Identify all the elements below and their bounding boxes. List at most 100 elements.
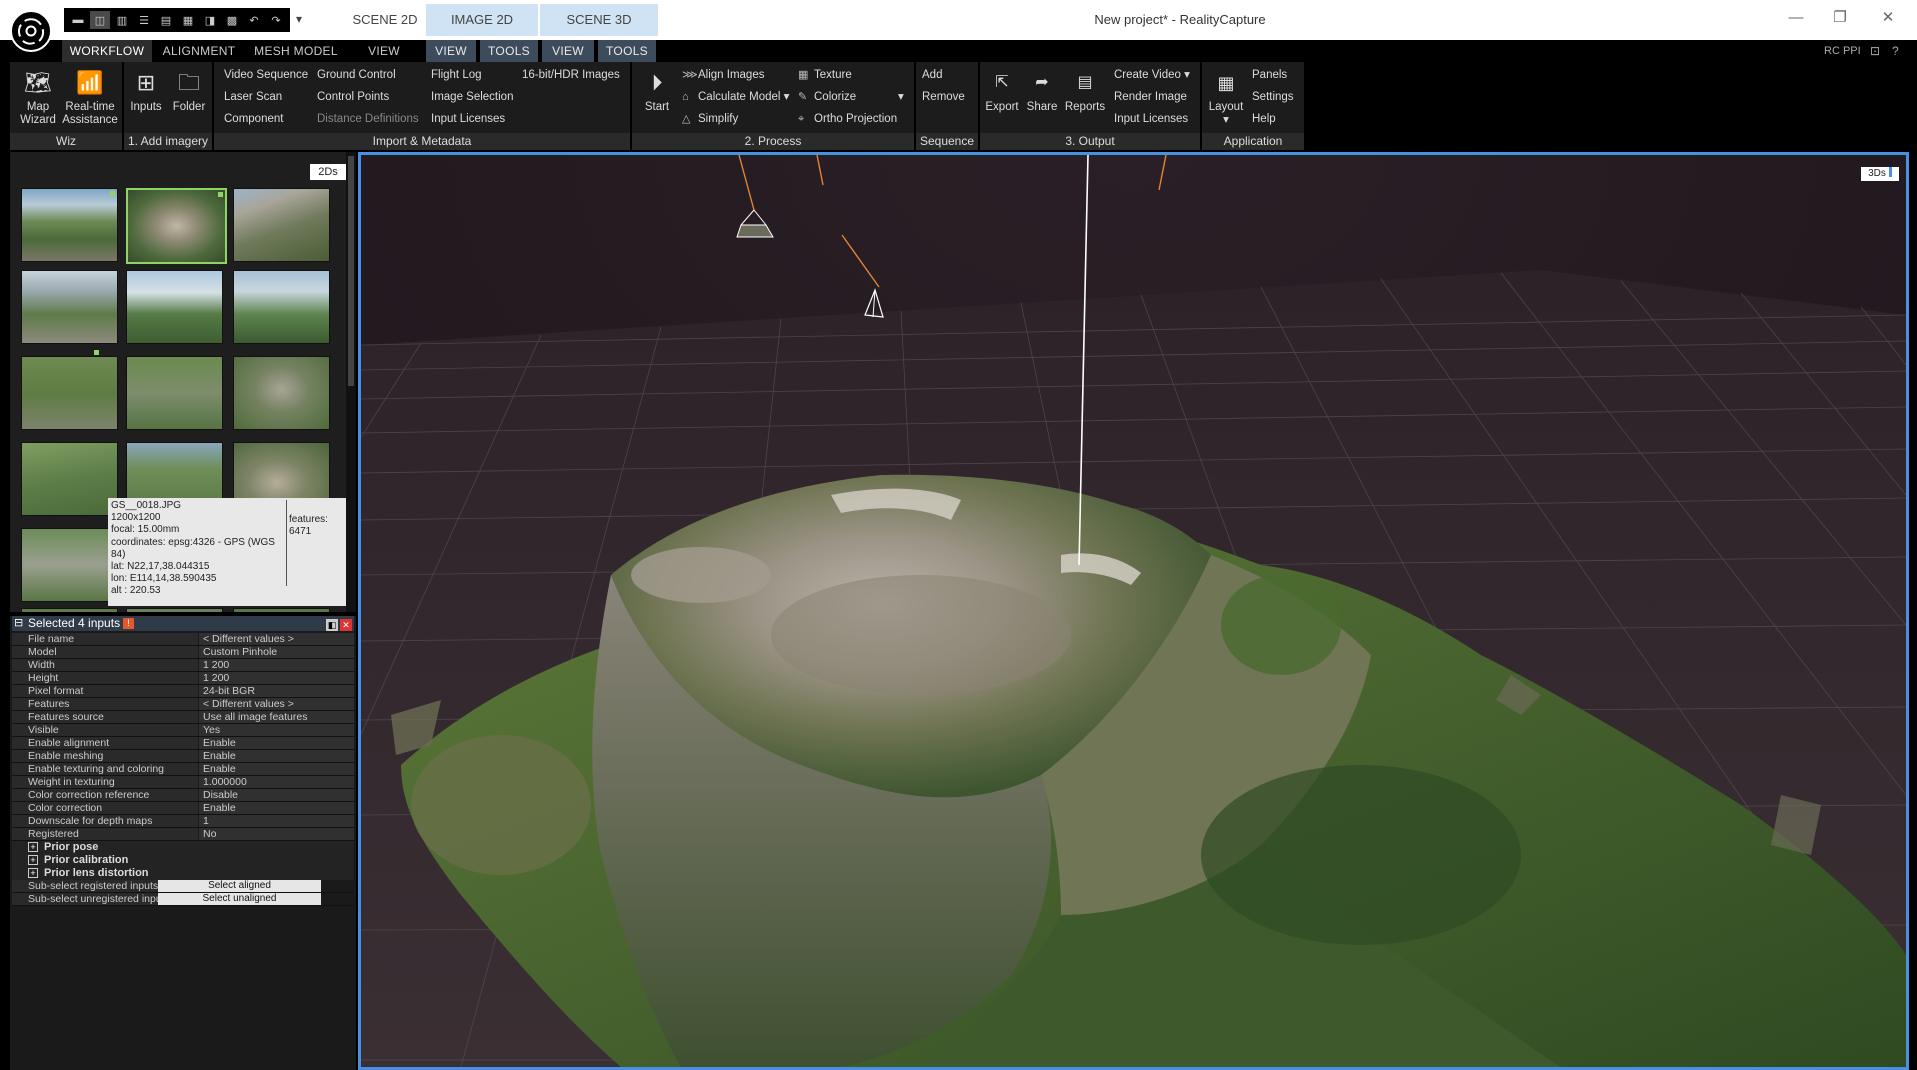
select-aligned-button[interactable]: Select aligned [158,880,321,892]
expand-icon[interactable]: + [28,842,38,852]
input-licenses-output-button[interactable]: Input Licenses [1114,112,1188,126]
image-thumbnail[interactable] [21,188,118,262]
property-row[interactable]: Features < Different values > [12,698,354,711]
property-value[interactable]: Custom Pinhole [199,646,354,658]
layout-button[interactable]: ▦ Layout ▾ [1206,68,1246,127]
property-row[interactable]: Enable texturing and coloring Enable [12,763,354,776]
restore-icon[interactable]: ❐ [1828,6,1852,30]
control-points-button[interactable]: Control Points [317,90,389,104]
layout-7-icon[interactable]: ◨ [200,11,220,29]
tab-scene-2d[interactable]: SCENE 2D [345,4,425,36]
property-row[interactable]: Model Custom Pinhole [12,646,354,659]
texture-button[interactable]: ▦ Texture [798,68,852,82]
laser-scan-button[interactable]: Laser Scan [224,90,282,104]
realtime-assistance-button[interactable]: 📶 Real-time Assistance [60,68,120,127]
start-button[interactable]: ⏵ Start [640,68,674,114]
minimize-icon[interactable]: — [1784,6,1808,30]
colorize-button[interactable]: ✎ Colorize [798,90,856,104]
image-thumbnail[interactable] [21,608,118,612]
inputs-button[interactable]: ⊞ Inputs [126,68,166,114]
tab-image-view[interactable]: VIEW [426,40,476,62]
scene-3d-canvas[interactable] [361,155,1906,1067]
tab-image-tools[interactable]: TOOLS [480,40,538,62]
image-thumbnail[interactable] [21,442,118,516]
property-row[interactable]: Visible Yes [12,724,354,737]
colorize-dropdown-icon[interactable]: ▾ [898,90,904,104]
rc-ppi-label[interactable]: RC PPI [1824,40,1861,62]
image-thumbnail[interactable] [233,270,330,344]
export-button[interactable]: ⇱ Export [984,68,1020,114]
image-thumbnail-selected[interactable] [126,188,227,264]
help-button[interactable]: Help [1252,112,1276,126]
property-section[interactable]: + Prior calibration [12,854,354,867]
sequence-remove-button[interactable]: Remove [922,90,965,104]
layout-1-icon[interactable]: ▬ [68,11,88,29]
ortho-projection-button[interactable]: ⌖ Ortho Projection [798,112,897,126]
layout-8-icon[interactable]: ▩ [222,11,242,29]
property-value[interactable]: Yes [199,724,354,736]
folder-button[interactable]: 🗀 Folder [168,68,210,114]
property-row[interactable]: Color correction Enable [12,802,354,815]
render-image-button[interactable]: Render Image [1114,90,1187,104]
scrollbar-thumb[interactable] [348,156,354,386]
panels-button[interactable]: Panels [1252,68,1287,82]
image-thumbnail[interactable] [126,270,223,344]
property-row[interactable]: Registered No [12,828,354,841]
panel-tag-2ds[interactable]: 2Ds [310,164,346,180]
layout-6-icon[interactable]: ▦ [178,11,198,29]
undo-icon[interactable]: ↶ [244,11,264,29]
realitycapture-logo[interactable] [10,10,52,52]
undock-icon[interactable]: ◧ [326,619,338,631]
property-value[interactable]: 1 200 [199,659,354,671]
image-thumbnail[interactable] [21,350,118,430]
property-value[interactable]: 1.000000 [199,776,354,788]
image-thumbnail[interactable] [126,356,223,430]
reports-button[interactable]: ▤ Reports [1064,68,1106,114]
scene-3d-viewport[interactable]: 3Ds [358,152,1909,1070]
image-thumbnail[interactable] [233,188,330,262]
hdr-images-button[interactable]: 16-bit/HDR Images [522,68,620,82]
property-row[interactable]: Enable meshing Enable [12,750,354,763]
collapse-icon[interactable]: ⊟ [14,616,23,631]
flight-log-button[interactable]: Flight Log [431,68,482,82]
map-wizard-button[interactable]: 🗺 Map Wizard [16,68,60,127]
property-value[interactable]: 1 200 [199,672,354,684]
tab-workflow[interactable]: WORKFLOW [62,40,152,62]
property-value[interactable]: 1 [199,815,354,827]
select-unaligned-button[interactable]: Select unaligned [158,893,321,905]
property-row[interactable]: Height 1 200 [12,672,354,685]
calculate-model-button[interactable]: ⌂ Calculate Model ▾ [682,90,789,104]
property-row[interactable]: Pixel format 24-bit BGR [12,685,354,698]
tab-image-2d[interactable]: IMAGE 2D [426,4,538,36]
redo-icon[interactable]: ↷ [266,11,286,29]
tab-alignment[interactable]: ALIGNMENT [158,40,240,62]
align-images-button[interactable]: ⋙Align Images [682,68,764,82]
property-value[interactable]: No [199,828,354,840]
tab-scene-view[interactable]: VIEW [542,40,594,62]
help-icon[interactable]: ? [1892,40,1899,62]
layout-5-icon[interactable]: ▤ [156,11,176,29]
property-row[interactable]: Downscale for depth maps 1 [12,815,354,828]
expand-icon[interactable]: + [28,868,38,878]
customize-toolbar-icon[interactable]: ▾ [296,12,302,26]
property-value[interactable]: < Different values > [199,698,354,710]
property-value[interactable]: < Different values > [199,633,354,645]
image-thumbnail[interactable] [233,356,330,430]
simplify-button[interactable]: △ Simplify [682,112,738,126]
property-value[interactable]: 24-bit BGR [199,685,354,697]
image-selection-button[interactable]: Image Selection [431,90,513,104]
tab-view[interactable]: VIEW [360,40,408,62]
property-row[interactable]: File name < Different values > [12,633,354,646]
image-thumbnail[interactable] [21,528,118,602]
property-row[interactable]: Weight in texturing 1.000000 [12,776,354,789]
property-row[interactable]: Width 1 200 [12,659,354,672]
property-row[interactable]: Features source Use all image features [12,711,354,724]
expand-icon[interactable]: + [28,855,38,865]
layout-3-icon[interactable]: ▥ [112,11,132,29]
property-value[interactable]: Enable [199,763,354,775]
image-thumbnail[interactable] [126,608,223,612]
property-value[interactable]: Use all image features [199,711,354,723]
settings-button[interactable]: Settings [1252,90,1294,104]
create-video-button[interactable]: Create Video ▾ [1114,68,1190,82]
property-section[interactable]: + Prior lens distortion [12,867,354,880]
